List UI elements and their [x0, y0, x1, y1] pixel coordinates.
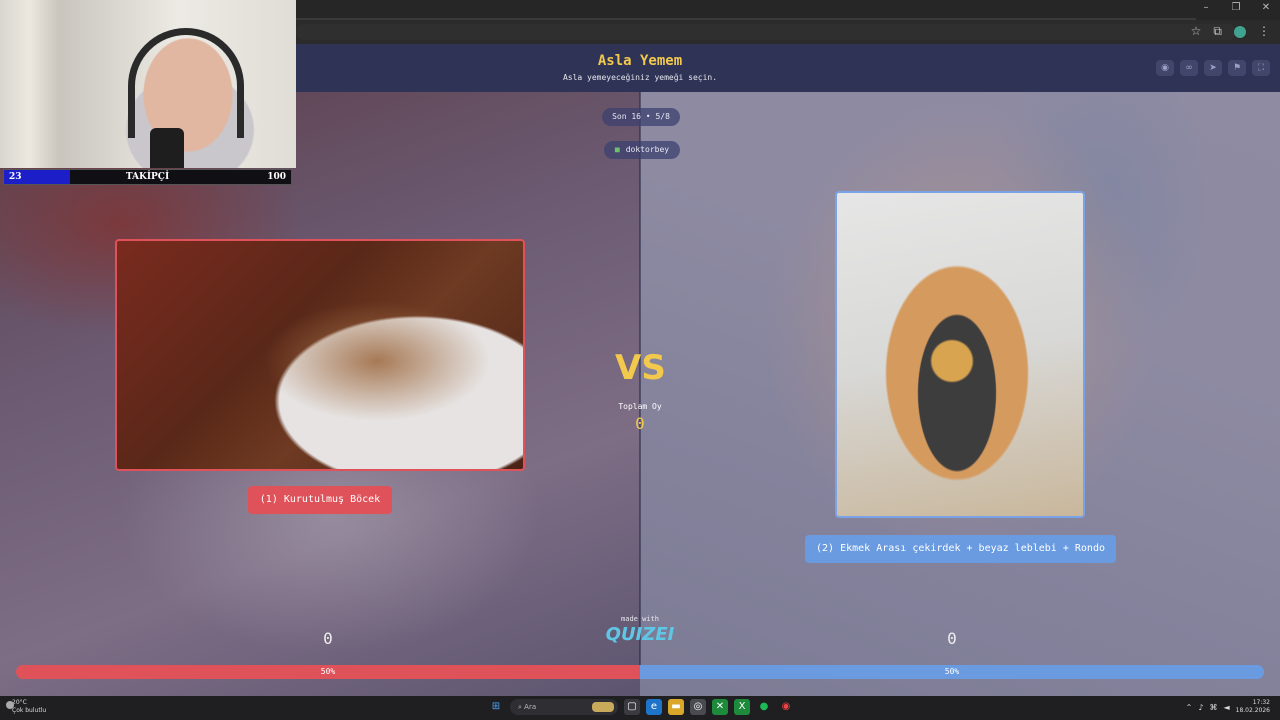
left-option-image[interactable]	[115, 239, 525, 471]
clock-date: 18.02.2026	[1235, 707, 1270, 714]
vote-progress-bar: 50% 50%	[16, 665, 1264, 679]
close-button[interactable]: ✕	[1260, 2, 1272, 13]
follower-goal-bar: 23 TAKİPÇİ 100	[3, 169, 292, 185]
left-vote-count: 0	[323, 629, 333, 648]
maximize-button[interactable]: ❐	[1230, 2, 1242, 13]
vs-logo: VS	[615, 348, 666, 388]
address-bar[interactable]	[296, 24, 1236, 40]
right-option-button[interactable]: (2) Ekmek Arası çekirdek + beyaz leblebi…	[805, 535, 1116, 563]
minimize-button[interactable]: –	[1200, 2, 1212, 13]
extension-icon[interactable]: ⧉	[1213, 24, 1222, 39]
window-controls: – ❐ ✕	[1200, 2, 1272, 13]
total-votes-value: 0	[635, 414, 645, 433]
screen: – ❐ ✕ ☆ ⧉ ⋮ Asla Yemem Asla yemeyeceğini…	[0, 0, 1280, 720]
webcam-overlay	[0, 0, 296, 168]
user-icon: ■	[614, 145, 620, 154]
username: doktorbey	[625, 145, 670, 154]
right-option-image[interactable]	[835, 191, 1085, 518]
made-with-text: made with	[621, 615, 659, 623]
taskbar: 20°C Çok bulutlu ⊞ ⌕ Ara ▢ e ▬ ◎ ✕ X ● ◉…	[0, 696, 1280, 720]
link-icon[interactable]: ∞	[1180, 60, 1198, 76]
menu-icon[interactable]: ⋮	[1258, 24, 1270, 39]
round-badge: Son 16 • 5/8	[602, 108, 680, 126]
profile-avatar[interactable]	[1234, 26, 1246, 38]
excel-icon[interactable]: X	[734, 699, 750, 715]
headphone-shape	[128, 28, 244, 138]
file-explorer-icon[interactable]: ▬	[668, 699, 684, 715]
chrome-icon[interactable]: ◎	[690, 699, 706, 715]
cloud-icon	[6, 701, 14, 709]
volume-icon[interactable]: ◄	[1223, 703, 1229, 712]
fullscreen-icon[interactable]: ⛶	[1252, 60, 1270, 76]
browser-toolbar: ☆ ⧉ ⋮	[1191, 24, 1270, 39]
spotify-icon[interactable]: ●	[756, 699, 772, 715]
left-option-button[interactable]: (1) Kurutulmuş Böcek	[248, 486, 392, 514]
clock[interactable]: 17:32 18.02.2026	[1236, 699, 1270, 715]
send-icon[interactable]: ➤	[1204, 60, 1222, 76]
taskbar-search[interactable]: ⌕ Ara	[510, 699, 618, 715]
right-vote-count: 0	[947, 629, 957, 648]
microphone-icon[interactable]: ♪	[1198, 703, 1203, 712]
brand-logo[interactable]: QUIZEI	[600, 624, 680, 645]
xbox-icon[interactable]: ✕	[712, 699, 728, 715]
microphone-shape	[150, 128, 184, 168]
follower-goal: 100	[267, 172, 286, 182]
user-badge: ■ doktorbey	[604, 141, 680, 159]
tab-divider	[296, 18, 1196, 20]
task-view-icon[interactable]: ▢	[624, 699, 640, 715]
system-tray: ⌃ ♪ ⌘ ◄ 17:32 18.02.2026	[1186, 699, 1270, 715]
header-actions: ◉ ∞ ➤ ⚑ ⛶	[1156, 60, 1270, 76]
right-vote-share: 50%	[640, 665, 1264, 679]
network-icon[interactable]: ⌘	[1209, 703, 1217, 712]
edge-icon[interactable]: e	[646, 699, 662, 715]
follower-label: TAKİPÇİ	[125, 172, 170, 182]
search-highlight-icon	[592, 702, 614, 712]
windows-start-icon[interactable]: ⊞	[488, 699, 504, 715]
taskbar-apps: ⊞ ⌕ Ara ▢ e ▬ ◎ ✕ X ● ◉	[488, 699, 794, 715]
app-icon[interactable]: ◉	[778, 699, 794, 715]
weather-desc: Çok bulutlu	[12, 707, 47, 714]
weather-temp: 20°C	[12, 699, 27, 706]
eye-icon[interactable]: ◉	[1156, 60, 1174, 76]
star-icon[interactable]: ☆	[1191, 24, 1202, 39]
chevron-up-icon[interactable]: ⌃	[1186, 703, 1193, 712]
tab-strip[interactable]	[296, 0, 1280, 20]
total-votes-label: Toplam Oy	[618, 402, 662, 411]
weather-widget[interactable]: 20°C Çok bulutlu	[6, 699, 47, 715]
flag-icon[interactable]: ⚑	[1228, 60, 1246, 76]
search-placeholder: Ara	[524, 703, 537, 711]
clock-time: 17:32	[1252, 699, 1270, 706]
left-vote-share: 50%	[16, 665, 640, 679]
